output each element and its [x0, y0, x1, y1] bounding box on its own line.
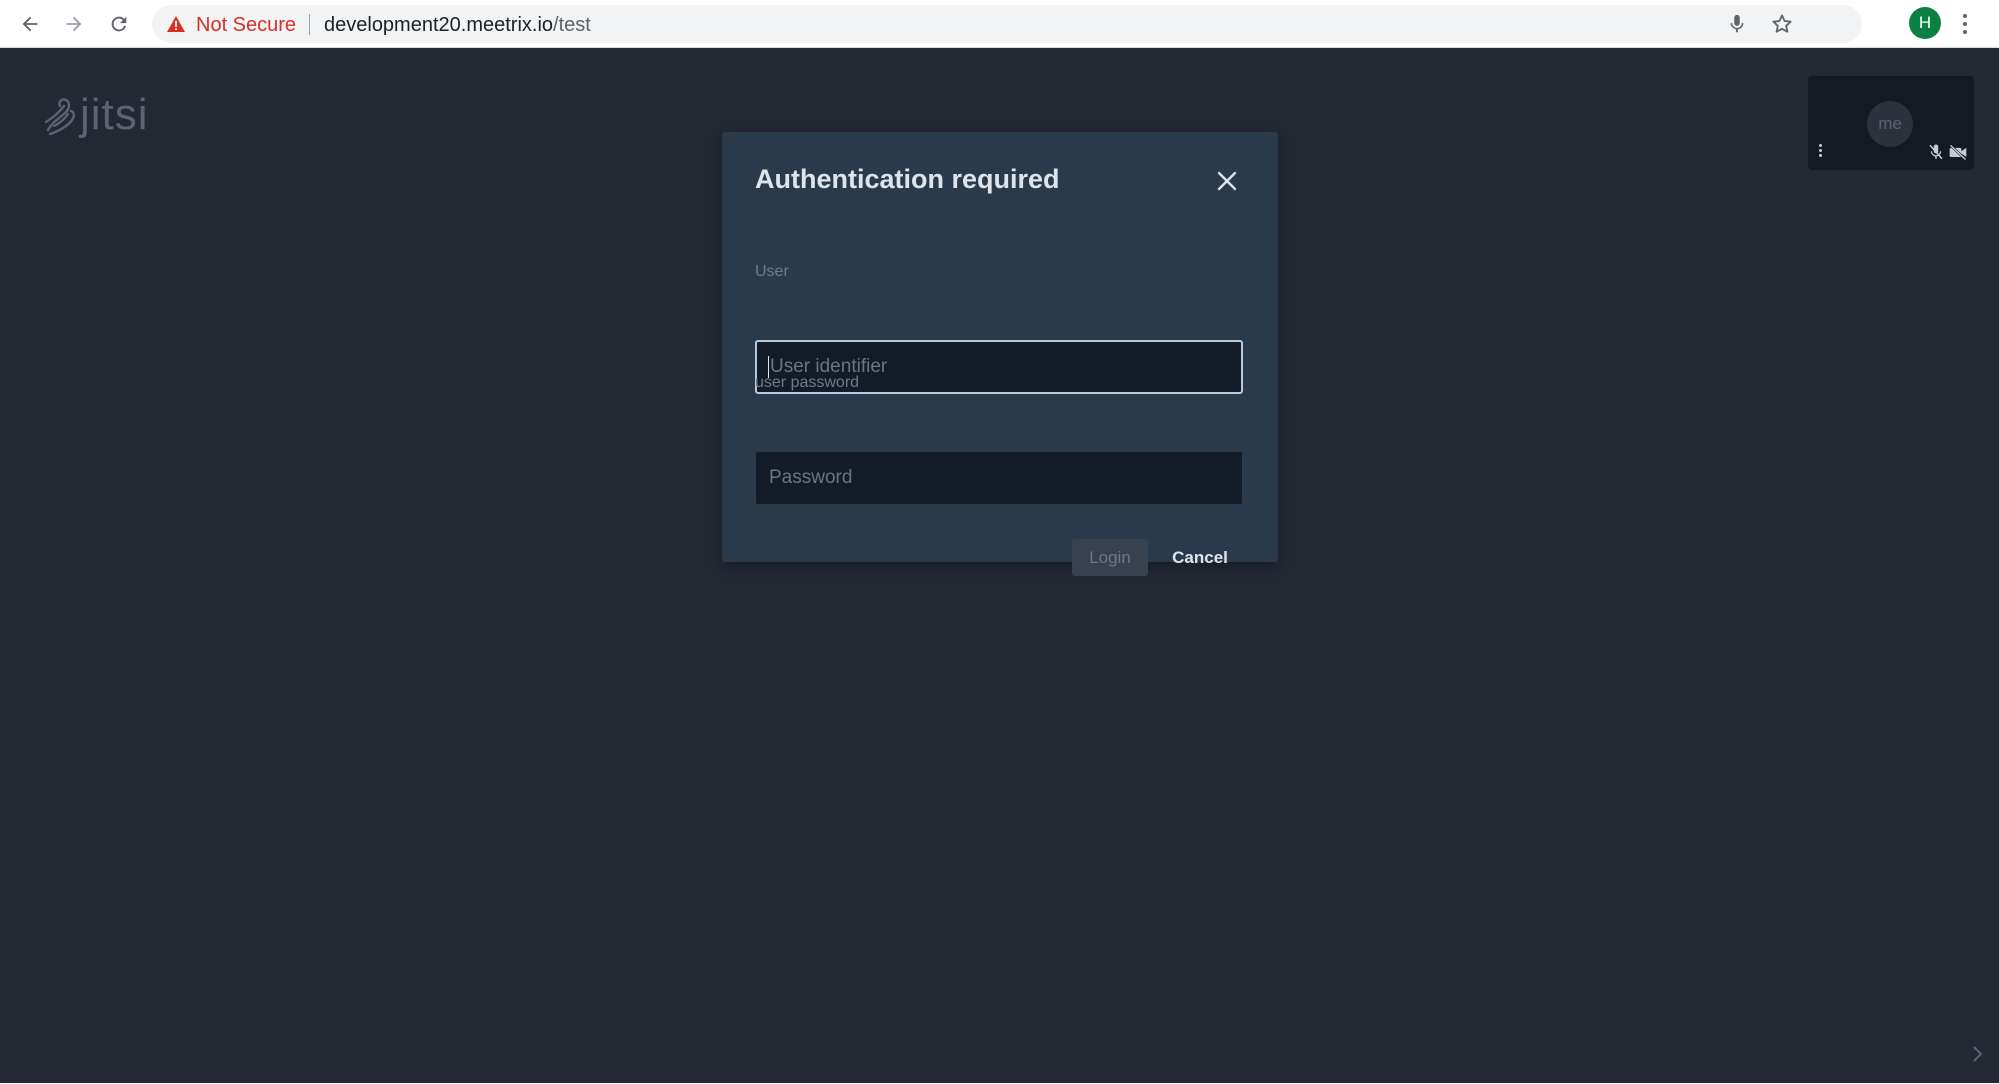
- forward-button[interactable]: [58, 8, 90, 40]
- microphone-icon[interactable]: [1726, 13, 1748, 35]
- warning-triangle-icon: [167, 16, 185, 32]
- profile-avatar[interactable]: H: [1909, 7, 1941, 39]
- password-field-label: user password: [755, 374, 860, 391]
- logo-text: jitsi: [80, 90, 149, 139]
- avatar: me: [1867, 101, 1913, 147]
- address-bar[interactable]: Not Secure development20.meetrix.io/test: [152, 5, 1862, 43]
- cancel-button[interactable]: Cancel: [1160, 539, 1240, 576]
- menu-dot: [1963, 30, 1967, 34]
- menu-dot: [1818, 144, 1822, 147]
- close-icon[interactable]: [1214, 168, 1240, 194]
- browser-toolbar: Not Secure development20.meetrix.io/test…: [0, 0, 1999, 48]
- user-field-label: User: [755, 263, 789, 280]
- menu-dot: [1818, 149, 1822, 152]
- reload-button[interactable]: [103, 8, 135, 40]
- menu-dot: [1963, 14, 1967, 18]
- login-button[interactable]: Login: [1072, 539, 1148, 576]
- jitsi-logo[interactable]: jitsi: [42, 90, 149, 140]
- meeting-page: jitsi me Authentication required User Us…: [0, 48, 1999, 1084]
- local-video-thumbnail[interactable]: me: [1808, 76, 1974, 170]
- arrow-right-icon: [66, 16, 82, 32]
- url-path: /test: [553, 14, 591, 36]
- menu-dot: [1818, 154, 1822, 157]
- authentication-dialog: Authentication required User user passwo…: [722, 132, 1278, 576]
- dialog-title: Authentication required: [755, 164, 1060, 194]
- url-text[interactable]: development20.meetrix.io/test: [324, 14, 591, 37]
- chevron-right-icon[interactable]: [1970, 1042, 1986, 1066]
- back-button[interactable]: [14, 8, 46, 40]
- reload-icon: [111, 16, 127, 32]
- mic-off-icon: [1929, 144, 1943, 160]
- more-options-icon[interactable]: [1818, 144, 1822, 160]
- camera-off-icon: [1949, 144, 1967, 161]
- jitsi-logo-icon: [44, 98, 75, 136]
- address-separator: [309, 14, 310, 35]
- menu-dot: [1963, 22, 1967, 26]
- url-host: development20.meetrix.io: [324, 14, 554, 36]
- star-icon[interactable]: [1770, 12, 1794, 36]
- arrow-left-icon: [22, 16, 38, 32]
- not-secure-label[interactable]: Not Secure: [196, 14, 296, 37]
- kebab-menu-icon[interactable]: [1958, 10, 1972, 38]
- password-input[interactable]: [755, 451, 1243, 505]
